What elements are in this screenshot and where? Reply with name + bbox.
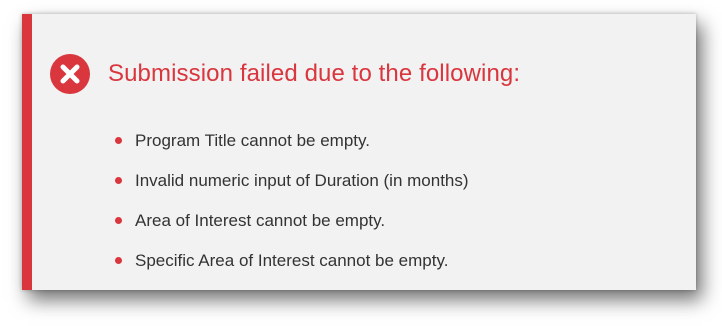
bullet-icon — [115, 137, 122, 144]
error-circle-x-icon — [49, 53, 91, 95]
error-message: Program Title cannot be empty. — [135, 131, 370, 150]
bullet-icon — [115, 257, 122, 264]
error-list: Program Title cannot be empty. Invalid n… — [115, 121, 469, 281]
alert-accent-bar — [22, 14, 32, 290]
error-message: Specific Area of Interest cannot be empt… — [135, 251, 449, 270]
error-message: Area of Interest cannot be empty. — [135, 211, 386, 230]
bullet-icon — [115, 177, 122, 184]
error-item: Invalid numeric input of Duration (in mo… — [115, 161, 469, 201]
error-item: Program Title cannot be empty. — [115, 121, 469, 161]
error-message: Invalid numeric input of Duration (in mo… — [135, 171, 469, 190]
error-alert: Submission failed due to the following: … — [22, 14, 696, 290]
bullet-icon — [115, 217, 122, 224]
error-item: Area of Interest cannot be empty. — [115, 201, 469, 241]
screenshot-stage: Submission failed due to the following: … — [0, 0, 722, 326]
error-item: Specific Area of Interest cannot be empt… — [115, 241, 469, 281]
alert-title: Submission failed due to the following: — [108, 60, 521, 87]
alert-header: Submission failed due to the following: — [49, 53, 520, 95]
